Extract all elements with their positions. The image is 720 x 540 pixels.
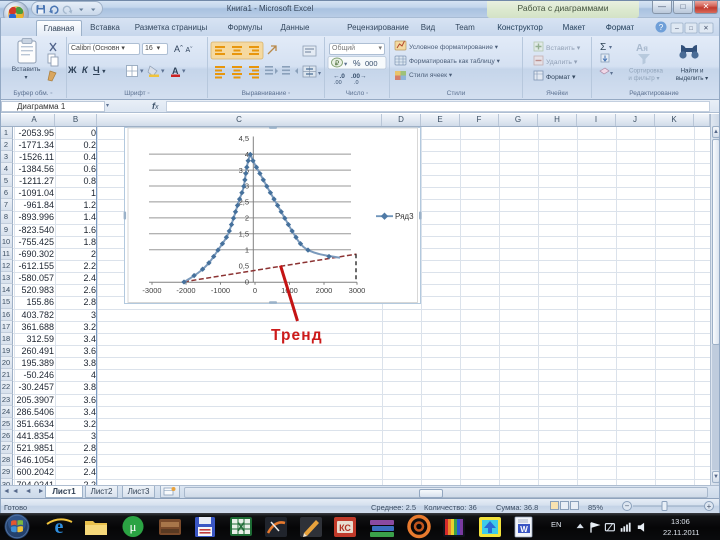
svg-text:−: − — [625, 502, 630, 511]
svg-text:Найти и: Найти и — [681, 68, 704, 75]
svg-text:Удалить ▾: Удалить ▾ — [546, 59, 578, 66]
svg-text:и фильтр ▾: и фильтр ▾ — [628, 75, 659, 82]
svg-text:1,5: 1,5 — [239, 229, 249, 238]
svg-text:▾: ▾ — [140, 68, 144, 75]
svg-text:Форматировать как таблицу ▾: Форматировать как таблицу ▾ — [409, 57, 501, 65]
svg-text:Сортировка: Сортировка — [629, 68, 664, 75]
svg-text:Ая: Ая — [636, 43, 648, 54]
svg-text:?: ? — [659, 23, 664, 32]
svg-text:Вставить ▾: Вставить ▾ — [546, 45, 581, 52]
svg-text:2: 2 — [245, 213, 249, 222]
svg-text:-1000: -1000 — [211, 286, 230, 295]
svg-text:W: W — [520, 525, 528, 534]
svg-text:Вставить: Вставить — [12, 66, 41, 73]
svg-text:✕: ✕ — [703, 25, 708, 32]
svg-text:КС: КС — [339, 523, 351, 533]
svg-text:+: + — [707, 502, 712, 511]
svg-text:▾: ▾ — [161, 68, 165, 75]
svg-text:выделить ▾: выделить ▾ — [676, 75, 709, 82]
svg-text:←.0: ←.0 — [333, 73, 345, 80]
svg-text:.0: .0 — [354, 80, 359, 86]
svg-text:Стили ячеек ▾: Стили ячеек ▾ — [409, 72, 453, 79]
svg-text:▾: ▾ — [609, 45, 612, 51]
svg-text:-2000: -2000 — [176, 286, 195, 295]
svg-text:▾: ▾ — [610, 71, 613, 77]
svg-text:000: 000 — [365, 59, 378, 68]
svg-text:₽: ₽ — [335, 60, 340, 68]
svg-text:4,5: 4,5 — [239, 133, 249, 142]
svg-text:Ряд3: Ряд3 — [395, 212, 414, 221]
svg-text:–: – — [675, 25, 679, 32]
svg-text:.00: .00 — [334, 80, 342, 86]
svg-text:▾: ▾ — [182, 68, 186, 75]
svg-text:Σ: Σ — [600, 42, 606, 53]
svg-text:□: □ — [689, 26, 693, 32]
svg-text:.00→: .00→ — [351, 73, 367, 80]
svg-text:μ: μ — [130, 519, 137, 534]
svg-text:▾: ▾ — [24, 75, 27, 81]
svg-text:-3000: -3000 — [142, 286, 161, 295]
svg-text:Формат ▾: Формат ▾ — [546, 74, 576, 81]
svg-text:▾: ▾ — [318, 71, 321, 77]
svg-text:%: % — [353, 58, 361, 68]
svg-text:X: X — [237, 520, 245, 534]
svg-text:Условное форматирование ▾: Условное форматирование ▾ — [409, 44, 499, 51]
